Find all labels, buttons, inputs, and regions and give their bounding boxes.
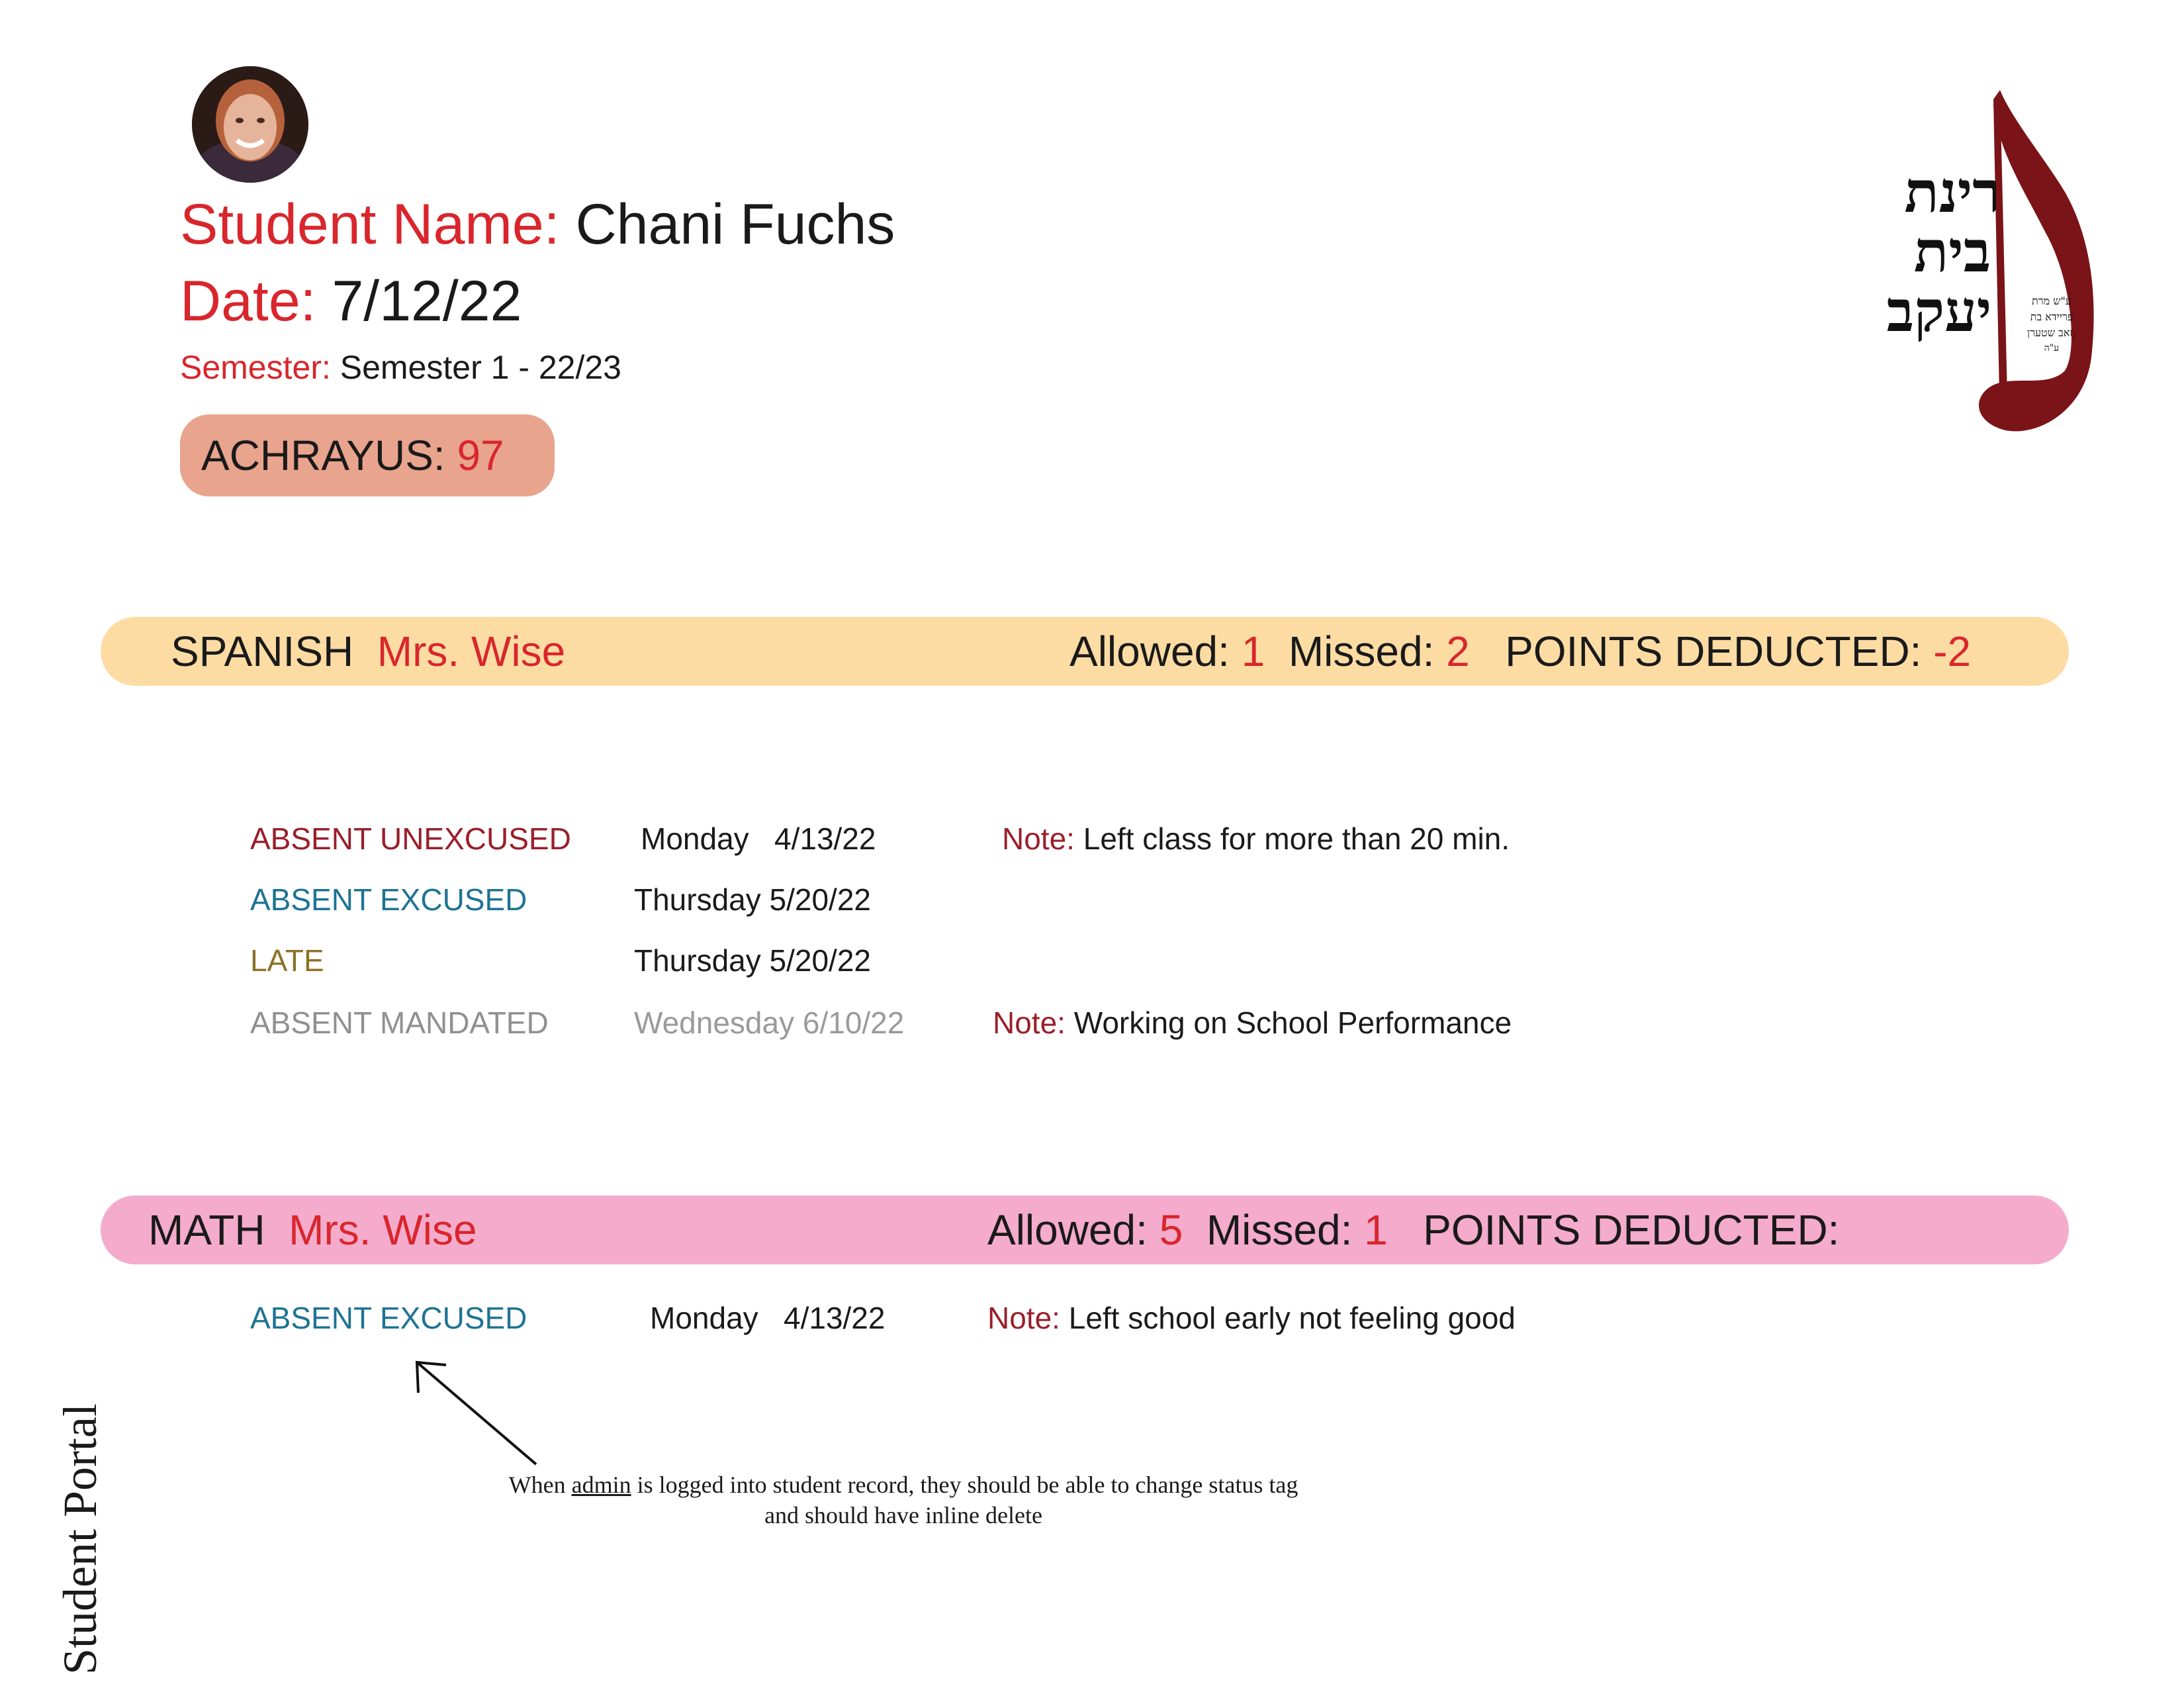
note-text: Left school early not feeling good (1068, 1301, 1516, 1335)
subject-title: SPANISH Mrs. Wise (171, 617, 565, 686)
points-label: POINTS DEDUCTED: (1423, 1206, 1840, 1254)
student-avatar (192, 66, 308, 183)
status-tag[interactable]: ABSENT UNEXCUSED (250, 823, 571, 854)
note-text: Left class for more than 20 min. (1083, 821, 1510, 856)
record-date-value: 4/13/22 (774, 821, 876, 856)
semester-label: Semester: (180, 349, 331, 386)
achrayus-value: 97 (457, 432, 504, 479)
record-date-value: 6/10/22 (802, 1006, 905, 1040)
subject-bar-spanish[interactable]: SPANISH Mrs. Wise Allowed: 1 Missed: 2 P… (101, 617, 2069, 686)
status-tag[interactable]: ABSENT MANDATED (250, 1008, 549, 1038)
allowed-value: 5 (1159, 1206, 1183, 1254)
logo-dedication-2: פריידא בת (2030, 310, 2073, 323)
record-note: Note: Left school early not feeling good (987, 1303, 1516, 1333)
subject-bar-math[interactable]: MATH Mrs. Wise Allowed: 5 Missed: 1 POIN… (101, 1196, 2069, 1264)
points-value: -2 (1933, 628, 1972, 675)
semester-value: Semester 1 - 22/23 (340, 349, 621, 386)
note-label: Note: (993, 1006, 1066, 1040)
student-name: Chani Fuchs (575, 193, 895, 256)
record-date-value: 5/20/22 (769, 943, 872, 978)
date-line: Date: 7/12/22 (180, 273, 522, 330)
avatar-image (192, 66, 308, 183)
subject-stats: Allowed: 5 Missed: 1 POINTS DEDUCTED: (987, 1196, 1839, 1264)
status-tag[interactable]: ABSENT EXCUSED (250, 884, 527, 915)
admin-annotation: When admin is logged into student record… (397, 1470, 1410, 1530)
allowed-label: Allowed: (987, 1206, 1148, 1254)
record-note: Note: Left class for more than 20 min. (1002, 823, 1510, 854)
student-name-line: Student Name: Chani Fuchs (180, 196, 895, 253)
annotation-line1: When admin is logged into student record… (508, 1472, 1298, 1498)
status-tag[interactable]: ABSENT EXCUSED (250, 1303, 527, 1333)
logo-line1: רינת (1904, 159, 2000, 226)
record-date: Monday 4/13/22 (650, 1303, 885, 1333)
subject-name: MATH (148, 1206, 265, 1254)
achrayus-badge: ACHRAYUS: 97 (180, 414, 555, 496)
record-note: Note: Working on School Performance (993, 1008, 1512, 1038)
record-day: Wednesday (634, 1006, 795, 1040)
record-date-value: 5/20/22 (769, 882, 872, 917)
status-tag[interactable]: LATE (250, 945, 324, 976)
school-logo: רינת בית יעקב ע"ש מרת פריידא בת זאב שטער… (1846, 79, 2124, 450)
subject-title: MATH Mrs. Wise (148, 1196, 477, 1264)
note-label: Note: (1002, 821, 1075, 856)
missed-value: 1 (1364, 1206, 1388, 1254)
logo-dedication-4: ע"ה (2044, 343, 2059, 353)
record-date: Thursday 5/20/22 (634, 945, 871, 976)
record-date: Monday 4/13/22 (641, 823, 876, 854)
missed-label: Missed: (1288, 628, 1435, 675)
date-label: Date: (180, 269, 316, 333)
semester-line: Semester: Semester 1 - 22/23 (180, 351, 621, 384)
logo-dedication-3: זאב שטערן, (2027, 326, 2076, 339)
record-day: Monday (650, 1301, 758, 1335)
teacher-name: Mrs. Wise (377, 628, 566, 675)
note-text: Working on School Performance (1073, 1006, 1512, 1040)
record-day: Thursday (634, 882, 761, 917)
annotation-arrow-icon (415, 1360, 537, 1466)
subject-stats: Allowed: 1 Missed: 2 POINTS DEDUCTED: -2 (1069, 617, 1971, 686)
annotation-line2: and should have inline delete (764, 1502, 1042, 1528)
student-name-label: Student Name: (180, 193, 560, 256)
missed-label: Missed: (1206, 1206, 1353, 1254)
music-note-logo: רינת בית יעקב ע"ש מרת פריידא בת זאב שטער… (1887, 90, 2094, 432)
record-date: Wednesday 6/10/22 (634, 1008, 904, 1038)
logo-line2: בית (1914, 218, 1991, 285)
record-day: Monday (641, 821, 749, 856)
points-label: POINTS DEDUCTED: (1505, 628, 1922, 675)
note-label: Note: (987, 1301, 1060, 1335)
teacher-name: Mrs. Wise (289, 1206, 477, 1254)
report-date: 7/12/22 (332, 269, 522, 333)
record-day: Thursday (634, 943, 761, 978)
allowed-value: 1 (1241, 628, 1265, 675)
achrayus-label: ACHRAYUS: (201, 432, 445, 479)
subject-name: SPANISH (171, 628, 354, 675)
logo-line3: יעקב (1887, 278, 1992, 345)
allowed-label: Allowed: (1069, 628, 1230, 675)
record-date-value: 4/13/22 (784, 1301, 886, 1335)
record-date: Thursday 5/20/22 (634, 884, 871, 915)
student-portal-label: Student Portal (54, 1403, 107, 1675)
missed-value: 2 (1446, 628, 1470, 675)
logo-dedication-1: ע"ש מרת (2032, 295, 2071, 307)
